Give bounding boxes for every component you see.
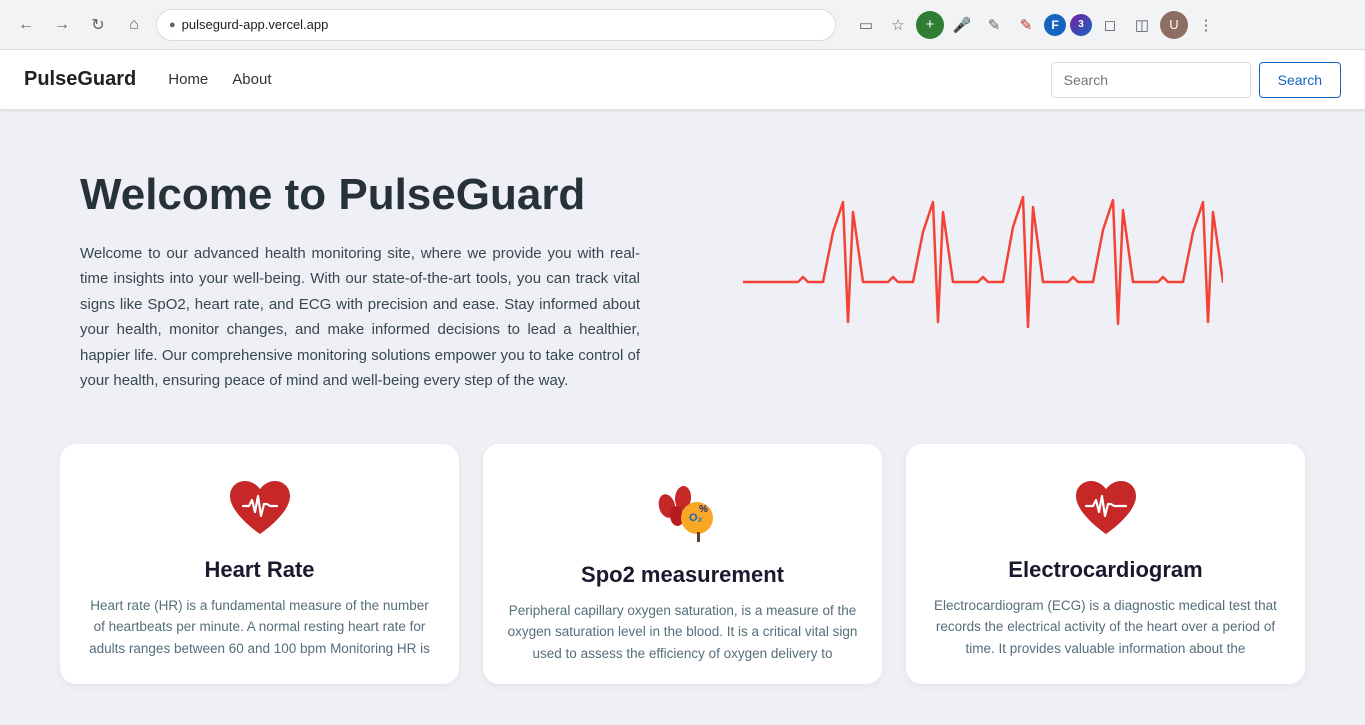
- mic-icon[interactable]: 🎤: [948, 11, 976, 39]
- puzzle-icon[interactable]: ◻: [1096, 11, 1124, 39]
- spo2-icon-area: O₂ %: [645, 476, 720, 546]
- svg-text:%: %: [699, 504, 708, 515]
- sidebar-icon[interactable]: ◫: [1128, 11, 1156, 39]
- heart-rate-icon-area: [225, 476, 295, 541]
- hero-description: Welcome to our advanced health monitorin…: [80, 241, 640, 394]
- hero-title: Welcome to PulseGuard: [80, 170, 640, 221]
- hero-section: Welcome to PulseGuard Welcome to our adv…: [0, 110, 1365, 434]
- ecg-title: Electrocardiogram: [1008, 557, 1202, 583]
- search-input[interactable]: [1051, 62, 1251, 98]
- bookmark-icon[interactable]: ☆: [884, 11, 912, 39]
- heart-rate-title: Heart Rate: [204, 557, 314, 583]
- navbar-search: Search: [1051, 62, 1341, 98]
- heart-rate-description: Heart rate (HR) is a fundamental measure…: [84, 595, 435, 660]
- address-bar[interactable]: ● pulsegurd-app.vercel.app: [156, 9, 836, 41]
- favicon-icon: ●: [169, 19, 176, 31]
- ecg-description: Electrocardiogram (ECG) is a diagnostic …: [930, 595, 1281, 660]
- reload-button[interactable]: ↻: [84, 11, 112, 39]
- nav-home[interactable]: Home: [168, 71, 208, 88]
- pen-icon[interactable]: ✎: [980, 11, 1008, 39]
- spo2-description: Peripheral capillary oxygen saturation, …: [507, 600, 858, 665]
- navbar: PulseGuard Home About Search: [0, 50, 1365, 110]
- ecg-svg: [743, 182, 1223, 382]
- spo2-icon: O₂ %: [645, 476, 720, 546]
- search-button[interactable]: Search: [1259, 62, 1341, 98]
- url-text: pulsegurd-app.vercel.app: [182, 17, 329, 32]
- heart-rate-card: Heart Rate Heart rate (HR) is a fundamen…: [60, 444, 459, 685]
- ecg-card: Electrocardiogram Electrocardiogram (ECG…: [906, 444, 1305, 685]
- spo2-card: O₂ % Spo2 measurement Peripheral capilla…: [483, 444, 882, 685]
- highlight-icon[interactable]: ✎: [1012, 11, 1040, 39]
- cast-icon[interactable]: ▭: [852, 11, 880, 39]
- nav-about[interactable]: About: [232, 71, 271, 88]
- hero-content: Welcome to PulseGuard Welcome to our adv…: [80, 170, 640, 394]
- home-button[interactable]: ⌂: [120, 11, 148, 39]
- add-extension-icon[interactable]: +: [916, 11, 944, 39]
- ecg-icon: [1071, 476, 1141, 541]
- extension-f-icon[interactable]: F: [1044, 14, 1066, 36]
- toolbar-icons: ▭ ☆ + 🎤 ✎ ✎ F 3 ◻ ◫ U ⋮: [852, 11, 1220, 39]
- ecg-icon-area: [1071, 476, 1141, 541]
- forward-button[interactable]: →: [48, 11, 76, 39]
- browser-chrome: ← → ↻ ⌂ ● pulsegurd-app.vercel.app ▭ ☆ +…: [0, 0, 1365, 50]
- navbar-links: Home About: [168, 71, 1050, 88]
- app-wrapper: PulseGuard Home About Search Welcome to …: [0, 50, 1365, 725]
- back-button[interactable]: ←: [12, 11, 40, 39]
- heart-rate-icon: [225, 476, 295, 541]
- extension-avatar-icon[interactable]: 3: [1070, 14, 1092, 36]
- cards-section: Heart Rate Heart rate (HR) is a fundamen…: [0, 434, 1365, 705]
- spo2-title: Spo2 measurement: [581, 562, 784, 588]
- profile-avatar[interactable]: U: [1160, 11, 1188, 39]
- menu-icon[interactable]: ⋮: [1192, 11, 1220, 39]
- ecg-visualization: [680, 182, 1285, 382]
- navbar-brand: PulseGuard: [24, 68, 136, 91]
